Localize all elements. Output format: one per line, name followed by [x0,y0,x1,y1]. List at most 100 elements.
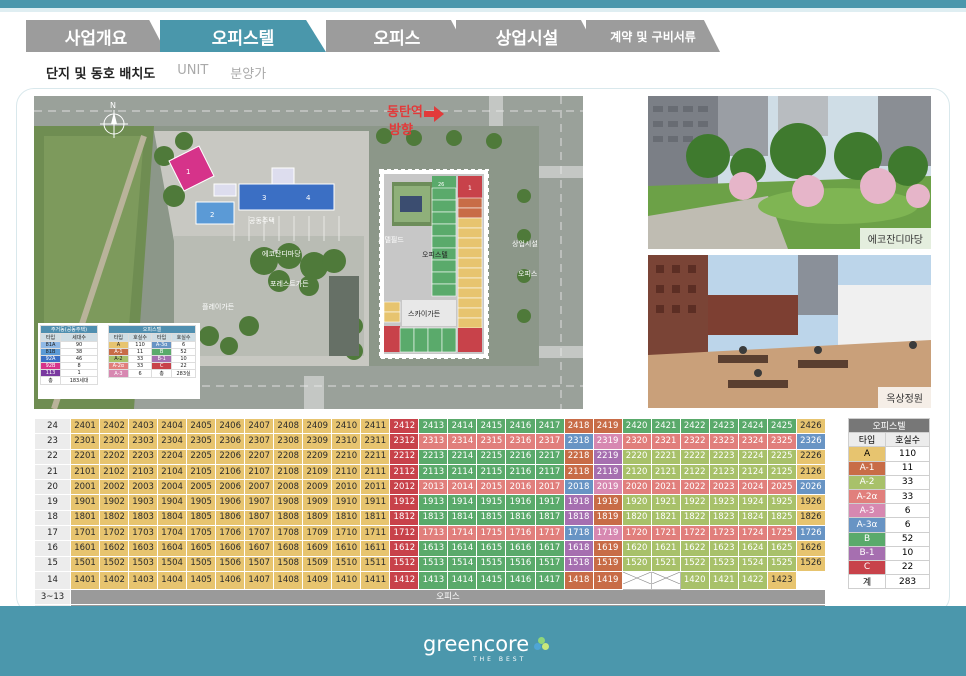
unit-cell[interactable]: 1814 [447,509,478,527]
unit-cell[interactable]: 2006 [215,479,246,496]
unit-cell[interactable]: 2303 [128,433,159,450]
subnav-site-layout[interactable]: 단지 및 동호 배치도 [46,63,155,82]
unit-cell[interactable]: 2209 [302,448,333,465]
unit-cell[interactable]: 1521 [650,555,681,572]
unit-cell[interactable]: 2124 [737,463,768,481]
unit-cell[interactable]: 2316 [505,433,536,450]
unit-cell[interactable]: 2314 [447,433,478,450]
unit-cell[interactable]: 2224 [737,448,768,465]
unit-cell[interactable]: 2122 [679,463,710,481]
unit-cell[interactable]: 1807 [244,509,275,527]
unit-cell[interactable]: 1504 [157,555,188,572]
unit-cell[interactable]: 2017 [534,479,565,496]
unit-cell[interactable]: 1502 [99,555,130,572]
unit-cell[interactable]: 1523 [708,555,739,572]
unit-cell[interactable]: 1808 [273,509,304,527]
unit-cell[interactable]: 2320 [621,433,652,450]
unit-cell[interactable]: 2324 [737,433,768,450]
unit-cell[interactable]: 2418 [563,417,594,435]
unit-cell[interactable]: 2422 [679,417,710,435]
unit-cell[interactable]: 1525 [766,555,797,572]
unit-cell[interactable]: 1817 [534,509,565,527]
unit-cell[interactable]: 1804 [157,509,188,527]
unit-cell[interactable]: 1907 [244,494,275,511]
unit-cell[interactable]: 1409 [302,570,333,590]
tab-contract-documents[interactable]: 계약 및 구비서류 [586,20,720,52]
unit-cell[interactable]: 2226 [795,448,827,465]
unit-cell[interactable]: 1701 [69,525,101,542]
unit-cell[interactable]: 1406 [215,570,246,590]
unit-cell[interactable]: 1710 [331,525,362,542]
unit-cell[interactable]: 1511 [360,555,391,572]
unit-cell[interactable]: 1415 [476,570,507,590]
unit-cell[interactable]: 1716 [505,525,536,542]
unit-cell[interactable]: 2420 [621,417,652,435]
unit-cell[interactable]: 1906 [215,494,246,511]
unit-cell[interactable]: 1705 [186,525,217,542]
unit-cell-empty[interactable] [621,570,652,590]
unit-cell[interactable]: 1908 [273,494,304,511]
unit-cell[interactable]: 1413 [418,570,449,590]
unit-cell[interactable]: 2003 [128,479,159,496]
unit-cell[interactable]: 2126 [795,463,827,481]
unit-cell[interactable]: 2015 [476,479,507,496]
unit-cell[interactable]: 1603 [128,540,159,557]
unit-cell[interactable]: 1726 [795,525,827,542]
unit-cell[interactable]: 1901 [69,494,101,511]
unit-cell[interactable]: 2007 [244,479,275,496]
unit-cell[interactable]: 1401 [69,570,101,590]
unit-cell[interactable]: 1607 [244,540,275,557]
unit-cell[interactable]: 2220 [621,448,652,465]
unit-cell[interactable]: 1821 [650,509,681,527]
unit-cell[interactable]: 2112 [389,463,420,481]
tab-officetel[interactable]: 오피스텔 [160,20,326,52]
unit-cell[interactable]: 1506 [215,555,246,572]
unit-cell[interactable]: 1621 [650,540,681,557]
unit-cell[interactable]: 2012 [389,479,420,496]
unit-cell[interactable]: 2305 [186,433,217,450]
unit-cell[interactable]: 1722 [679,525,710,542]
unit-cell[interactable]: 2203 [128,448,159,465]
unit-cell[interactable]: 2111 [360,463,391,481]
unit-cell[interactable]: 2406 [215,417,246,435]
unit-cell[interactable]: 1922 [679,494,710,511]
unit-cell[interactable]: 1505 [186,555,217,572]
unit-cell[interactable]: 2301 [69,433,101,450]
unit-cell[interactable]: 1809 [302,509,333,527]
unit-cell[interactable]: 2225 [766,448,797,465]
unit-cell[interactable]: 2404 [157,417,188,435]
unit-cell[interactable]: 2312 [389,433,420,450]
unit-cell[interactable]: 2206 [215,448,246,465]
unit-cell[interactable]: 1404 [157,570,188,590]
unit-cell[interactable]: 1411 [360,570,391,590]
unit-cell[interactable]: 2204 [157,448,188,465]
unit-cell[interactable]: 1608 [273,540,304,557]
unit-cell[interactable]: 1904 [157,494,188,511]
unit-cell[interactable]: 2217 [534,448,565,465]
unit-cell[interactable]: 1520 [621,555,652,572]
unit-cell[interactable]: 1818 [563,509,594,527]
unit-cell[interactable]: 2311 [360,433,391,450]
unit-cell[interactable]: 2413 [418,417,449,435]
unit-cell[interactable]: 2426 [795,417,827,435]
unit-cell[interactable]: 1604 [157,540,188,557]
unit-cell[interactable]: 2013 [418,479,449,496]
unit-cell[interactable]: 1905 [186,494,217,511]
unit-cell[interactable]: 1704 [157,525,188,542]
unit-cell[interactable]: 1802 [99,509,130,527]
unit-cell[interactable]: 1418 [563,570,594,590]
unit-cell[interactable]: 1414 [447,570,478,590]
unit-cell[interactable]: 1902 [99,494,130,511]
unit-cell[interactable]: 1612 [389,540,420,557]
unit-cell[interactable]: 1618 [563,540,594,557]
unit-cell[interactable]: 1708 [273,525,304,542]
unit-cell[interactable]: 1810 [331,509,362,527]
unit-cell[interactable]: 1717 [534,525,565,542]
unit-cell[interactable]: 1805 [186,509,217,527]
unit-cell[interactable]: 1825 [766,509,797,527]
unit-cell[interactable]: 1526 [795,555,827,572]
unit-cell[interactable]: 2318 [563,433,594,450]
unit-cell[interactable]: 2106 [215,463,246,481]
unit-cell[interactable]: 1910 [331,494,362,511]
unit-cell[interactable]: 1410 [331,570,362,590]
